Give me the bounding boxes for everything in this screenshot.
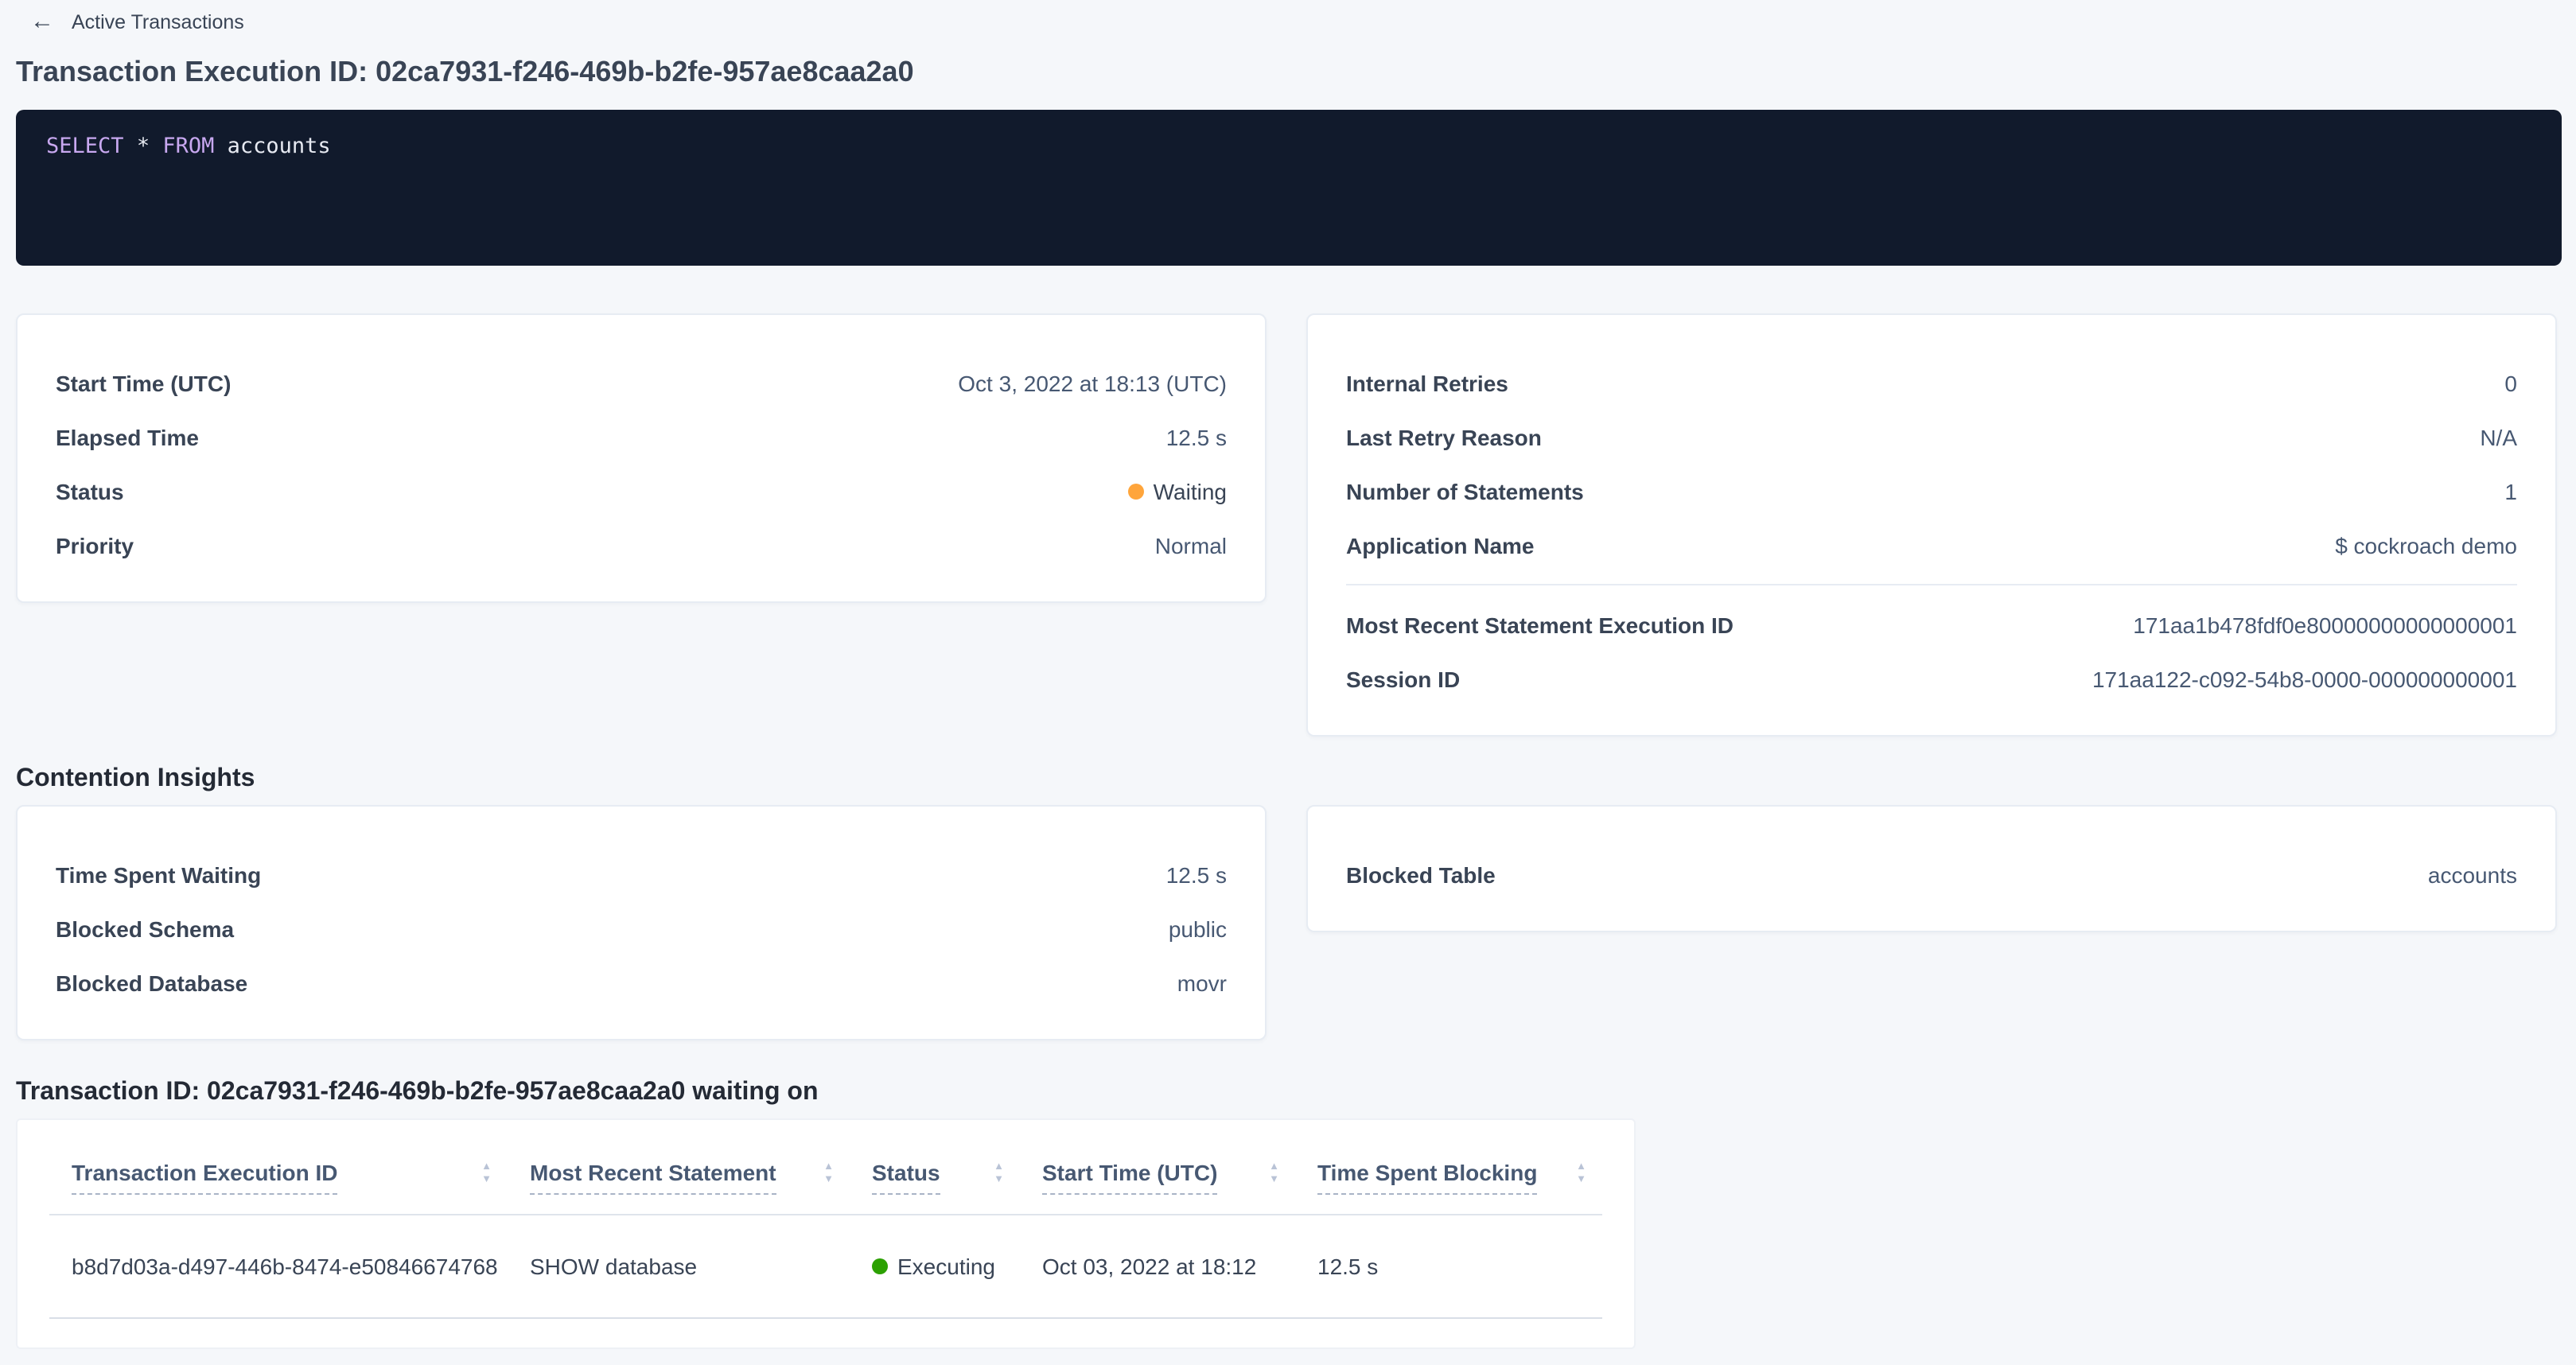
- row-value: 12.5 s: [1166, 422, 1227, 453]
- column-label: Start Time (UTC): [1042, 1158, 1217, 1195]
- sort-icon: ▲▼: [1576, 1158, 1586, 1185]
- row-value: 0: [2504, 368, 2517, 399]
- row-label: Most Recent Statement Execution ID: [1346, 609, 1734, 641]
- row-label: Blocked Table: [1346, 859, 1496, 891]
- row-value: accounts: [2428, 859, 2517, 891]
- transaction-overview-card: Start Time (UTC) Oct 3, 2022 at 18:13 (U…: [16, 313, 1267, 603]
- status-text: Waiting: [1154, 476, 1227, 508]
- row-label: Elapsed Time: [56, 422, 199, 453]
- row-internal-retries: Internal Retries 0: [1346, 368, 2517, 399]
- table-header-row: Transaction Execution ID ▲▼ Most Recent …: [49, 1120, 1602, 1215]
- row-status: Status Waiting: [56, 476, 1227, 508]
- row-label: Application Name: [1346, 530, 1535, 562]
- row-value: 1: [2504, 476, 2517, 508]
- row-label: Session ID: [1346, 663, 1460, 695]
- contention-cards-row: Time Spent Waiting 12.5 s Blocked Schema…: [16, 805, 2557, 1040]
- sort-icon: ▲▼: [1269, 1158, 1279, 1185]
- contention-waiting-card: Time Spent Waiting 12.5 s Blocked Schema…: [16, 805, 1267, 1040]
- executing-status-dot-icon: [872, 1258, 888, 1274]
- statement-execution-id-link[interactable]: 171aa1b478fdf0e80000000000000001: [2133, 609, 2517, 641]
- contention-insights-heading: Contention Insights: [16, 762, 255, 797]
- row-value: N/A: [2480, 422, 2517, 453]
- row-value: 12.5 s: [1166, 859, 1227, 891]
- sort-icon: ▲▼: [823, 1158, 834, 1185]
- row-label: Time Spent Waiting: [56, 859, 261, 891]
- row-time-spent-waiting: Time Spent Waiting 12.5 s: [56, 859, 1227, 891]
- row-blocked-database: Blocked Database movr: [56, 967, 1227, 999]
- waiting-transactions-table: Transaction Execution ID ▲▼ Most Recent …: [49, 1120, 1602, 1319]
- row-value: public: [1169, 913, 1227, 945]
- row-value: $ cockroach demo: [2335, 530, 2517, 562]
- left-arrow-icon: ←: [30, 11, 54, 33]
- cell-status: Executing: [850, 1215, 1020, 1318]
- row-label: Internal Retries: [1346, 368, 1508, 399]
- column-header-most-recent-statement[interactable]: Most Recent Statement ▲▼: [508, 1120, 850, 1215]
- session-id-link[interactable]: 171aa122-c092-54b8-0000-000000000001: [2092, 663, 2517, 695]
- row-elapsed-time: Elapsed Time 12.5 s: [56, 422, 1227, 453]
- row-start-time: Start Time (UTC) Oct 3, 2022 at 18:13 (U…: [56, 368, 1227, 399]
- sql-statement-box: SELECT * FROM accounts: [16, 110, 2562, 266]
- table-row: b8d7d03a-d497-446b-8474-e50846674768 SHO…: [49, 1215, 1602, 1318]
- row-label: Last Retry Reason: [1346, 422, 1542, 453]
- page-title: Transaction Execution ID: 02ca7931-f246-…: [16, 51, 914, 92]
- row-blocked-table: Blocked Table accounts: [1346, 859, 2517, 891]
- cell-time-spent-blocking: 12.5 s: [1295, 1215, 1602, 1318]
- row-most-recent-statement-execution-id: Most Recent Statement Execution ID 171aa…: [1346, 609, 2517, 641]
- breadcrumb-label: Active Transactions: [72, 11, 244, 33]
- overview-cards-row: Start Time (UTC) Oct 3, 2022 at 18:13 (U…: [16, 313, 2557, 737]
- row-value: Normal: [1155, 530, 1227, 562]
- contention-blocked-table-card: Blocked Table accounts: [1306, 805, 2557, 932]
- row-label: Number of Statements: [1346, 476, 1584, 508]
- row-priority: Priority Normal: [56, 530, 1227, 562]
- status-badge: Executing: [872, 1254, 1020, 1279]
- waiting-transactions-table-card: Transaction Execution ID ▲▼ Most Recent …: [16, 1118, 1636, 1349]
- row-value: Oct 3, 2022 at 18:13 (UTC): [958, 368, 1227, 399]
- row-label: Status: [56, 476, 124, 508]
- sql-table-name: accounts: [214, 134, 330, 159]
- column-label: Time Spent Blocking: [1317, 1158, 1537, 1195]
- row-last-retry-reason: Last Retry Reason N/A: [1346, 422, 2517, 453]
- sort-icon: ▲▼: [481, 1158, 492, 1185]
- row-label: Start Time (UTC): [56, 368, 231, 399]
- waiting-on-heading: Transaction ID: 02ca7931-f246-469b-b2fe-…: [16, 1075, 819, 1110]
- waiting-status-dot-icon: [1128, 484, 1144, 500]
- sql-keyword-select: SELECT: [46, 134, 124, 159]
- column-header-status[interactable]: Status ▲▼: [850, 1120, 1020, 1215]
- card-divider: [1346, 584, 2517, 585]
- column-header-time-spent-blocking[interactable]: Time Spent Blocking ▲▼: [1295, 1120, 1602, 1215]
- row-application-name: Application Name $ cockroach demo: [1346, 530, 2517, 562]
- row-label: Priority: [56, 530, 134, 562]
- row-session-id: Session ID 171aa122-c092-54b8-0000-00000…: [1346, 663, 2517, 695]
- sql-statement: SELECT * FROM accounts: [46, 134, 331, 159]
- cell-start-time: Oct 03, 2022 at 18:12: [1020, 1215, 1295, 1318]
- cell-transaction-execution-id: b8d7d03a-d497-446b-8474-e50846674768: [49, 1215, 508, 1318]
- active-transaction-details-page: ← Active Transactions Transaction Execut…: [0, 0, 2576, 1365]
- row-label: Blocked Schema: [56, 913, 234, 945]
- cell-most-recent-statement: SHOW database: [508, 1215, 850, 1318]
- row-label: Blocked Database: [56, 967, 247, 999]
- column-label: Transaction Execution ID: [72, 1158, 338, 1195]
- column-label: Most Recent Statement: [530, 1158, 776, 1195]
- row-blocked-schema: Blocked Schema public: [56, 913, 1227, 945]
- column-header-start-time[interactable]: Start Time (UTC) ▲▼: [1020, 1120, 1295, 1215]
- status-text: Executing: [897, 1254, 995, 1279]
- row-number-of-statements: Number of Statements 1: [1346, 476, 2517, 508]
- column-label: Status: [872, 1158, 940, 1195]
- column-header-transaction-execution-id[interactable]: Transaction Execution ID ▲▼: [49, 1120, 508, 1215]
- sql-keyword-from: FROM: [162, 134, 214, 159]
- back-link-active-transactions[interactable]: ← Active Transactions: [30, 11, 244, 33]
- sql-operator: *: [124, 134, 163, 159]
- transaction-details-card: Internal Retries 0 Last Retry Reason N/A…: [1306, 313, 2557, 737]
- status-badge: Waiting: [1128, 476, 1227, 508]
- sort-icon: ▲▼: [994, 1158, 1004, 1185]
- row-value: movr: [1177, 967, 1227, 999]
